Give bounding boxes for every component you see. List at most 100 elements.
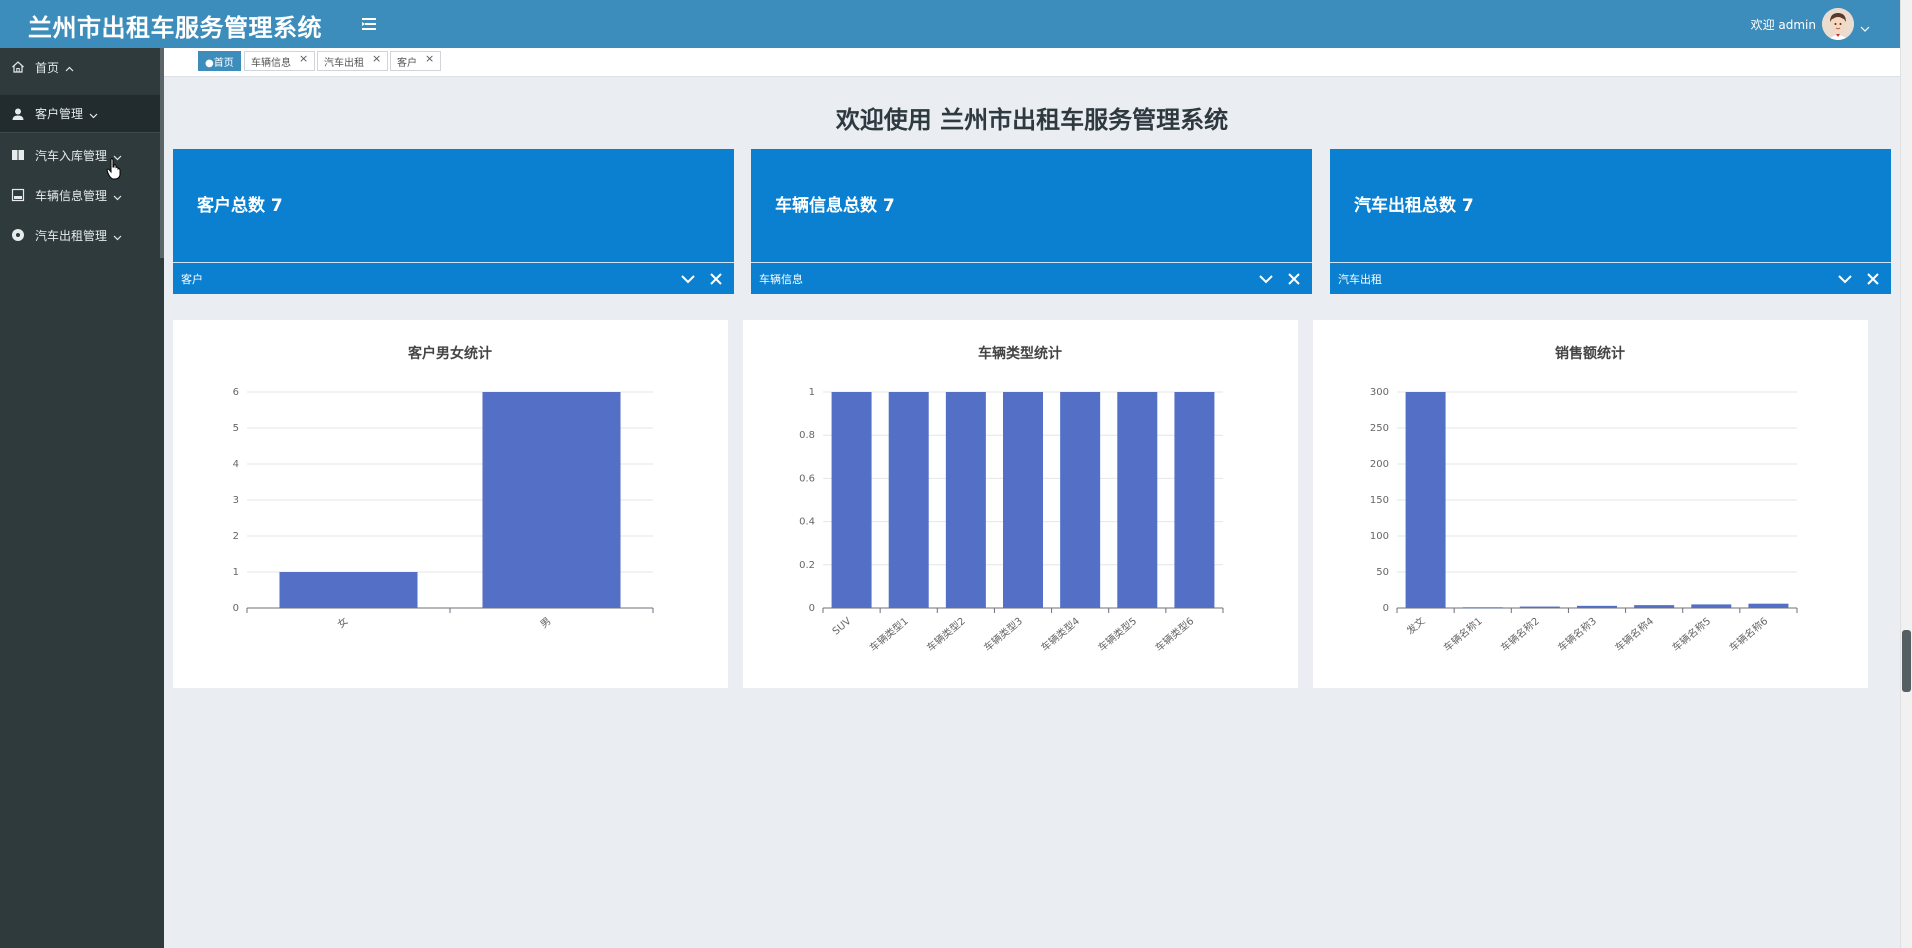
stat-label: 汽车出租总数 7 bbox=[1354, 191, 1474, 216]
chart-title: 销售额统计 bbox=[1555, 345, 1625, 362]
x-tick-label: SUV bbox=[831, 616, 854, 638]
circle-icon bbox=[11, 228, 25, 242]
chart-panel-gender: 客户男女统计 0 1 2 3 4 5 6 女 男 bbox=[173, 320, 728, 688]
chart-bar bbox=[945, 392, 986, 608]
columns-icon bbox=[11, 148, 25, 162]
tab-label: ●首页 bbox=[205, 57, 234, 69]
page-title: 欢迎使用 兰州市出租车服务管理系统 bbox=[835, 106, 1229, 134]
sidebar-item-label: 汽车入库管理 bbox=[35, 148, 108, 163]
y-tick-label: 0.8 bbox=[799, 430, 815, 441]
chart-title: 车辆类型统计 bbox=[978, 345, 1062, 362]
sidebar-scrollbar[interactable] bbox=[160, 48, 164, 258]
chart-bar bbox=[279, 572, 418, 608]
stat-footer-label: 车辆信息 bbox=[759, 272, 803, 286]
chart-bar bbox=[1405, 392, 1446, 608]
x-tick-label: 车辆类型4 bbox=[1038, 614, 1082, 654]
chevron-down-icon[interactable] bbox=[1837, 271, 1853, 287]
welcome-user-text: 欢迎 admin bbox=[1750, 17, 1816, 32]
tab-vehicle-info[interactable]: 车辆信息 × bbox=[244, 51, 316, 71]
x-tick-label: 车辆名称3 bbox=[1555, 614, 1599, 654]
chevron-down-icon[interactable] bbox=[1258, 271, 1274, 287]
chart-bar bbox=[888, 392, 929, 608]
user-icon bbox=[11, 107, 25, 121]
sidebar-item-label: 客户管理 bbox=[35, 107, 84, 121]
avatar[interactable] bbox=[1822, 8, 1854, 40]
sidebar-item-customers[interactable]: 客户管理 bbox=[0, 95, 164, 133]
menu-toggle-icon[interactable] bbox=[358, 12, 382, 36]
home-icon bbox=[11, 60, 25, 74]
y-tick-label: 200 bbox=[1370, 459, 1389, 470]
y-tick-label: 300 bbox=[1370, 387, 1389, 398]
chevron-down-icon bbox=[89, 109, 98, 119]
y-tick-label: 0.2 bbox=[799, 560, 815, 571]
stat-label: 车辆信息总数 7 bbox=[775, 191, 895, 216]
y-tick-label: 0 bbox=[1383, 603, 1389, 614]
stat-card-vehicles: 车辆信息总数 7 车辆信息 bbox=[751, 149, 1312, 294]
stat-value: 7 bbox=[1461, 196, 1474, 216]
vehicle-type-bar-chart: 车辆类型统计 0 0.2 0.4 0.6 0.8 1 SUV 车辆类型1 车辆类型2 车辆类型3 车辆… bbox=[799, 345, 1224, 654]
y-tick-label: 5 bbox=[233, 423, 239, 434]
y-tick-label: 100 bbox=[1370, 531, 1389, 542]
tab-label: 车辆信息 bbox=[251, 57, 291, 69]
y-tick-label: 6 bbox=[233, 387, 239, 398]
tabs-bar: ●首页 车辆信息 × 汽车出租 × 客户 × bbox=[164, 48, 1900, 77]
sales-bar-chart: 销售额统计 0 50 100 150 200 250 300 发文 车辆名称1 车辆名称2 车辆名称3… bbox=[1370, 345, 1798, 654]
chart-bar bbox=[1003, 392, 1043, 608]
tab-label: 汽车出租 bbox=[324, 57, 364, 69]
x-tick-label: 车辆名称6 bbox=[1726, 614, 1770, 654]
stat-value: 7 bbox=[882, 196, 895, 216]
x-tick-label: 发文 bbox=[1404, 614, 1428, 637]
chart-bar bbox=[1634, 605, 1675, 608]
chart-title: 客户男女统计 bbox=[407, 345, 492, 362]
x-tick-label: 车辆类型3 bbox=[981, 614, 1025, 654]
chevron-up-icon bbox=[65, 63, 74, 72]
x-tick-label: 男 bbox=[538, 615, 553, 631]
sidebar-item-label: 首页 bbox=[35, 60, 60, 75]
page-scrollbar[interactable] bbox=[1900, 0, 1912, 948]
chevron-down-icon bbox=[113, 191, 122, 200]
sidebar-item-label: 汽车出租管理 bbox=[35, 228, 108, 243]
close-icon[interactable] bbox=[1286, 271, 1302, 287]
user-menu[interactable]: 欢迎 admin bbox=[1751, 2, 1870, 46]
chart-bar bbox=[482, 392, 621, 608]
y-tick-label: 0.4 bbox=[799, 517, 815, 528]
close-icon[interactable] bbox=[1865, 271, 1881, 287]
scrollbar-thumb[interactable] bbox=[1902, 630, 1911, 692]
close-icon[interactable]: × bbox=[372, 52, 381, 65]
y-tick-label: 150 bbox=[1370, 495, 1389, 506]
tab-home[interactable]: ●首页 bbox=[198, 51, 241, 71]
tab-customers[interactable]: 客户 × bbox=[390, 51, 442, 71]
tab-car-rental[interactable]: 汽车出租 × bbox=[317, 51, 389, 71]
x-tick-label: 车辆名称1 bbox=[1441, 614, 1485, 654]
sidebar-item-home[interactable]: 首页 bbox=[0, 48, 164, 86]
hand-cursor-icon bbox=[106, 158, 122, 180]
app-title: 兰州市出租车服务管理系统 bbox=[28, 14, 322, 42]
stat-value: 7 bbox=[270, 196, 283, 216]
chevron-down-icon[interactable] bbox=[680, 271, 696, 287]
y-tick-label: 3 bbox=[233, 495, 239, 506]
stat-footer: 汽车出租 bbox=[1330, 262, 1891, 294]
sidebar-item-car-rental[interactable]: 汽车出租管理 bbox=[0, 216, 164, 254]
close-icon[interactable]: × bbox=[425, 52, 434, 65]
chart-bar bbox=[1060, 392, 1101, 608]
top-header: 兰州市出租车服务管理系统 欢迎 admin bbox=[0, 0, 1900, 48]
x-tick-label: 女 bbox=[334, 614, 350, 630]
tab-label: 客户 bbox=[397, 57, 417, 69]
y-tick-label: 4 bbox=[233, 459, 239, 470]
chevron-down-icon[interactable] bbox=[1860, 19, 1870, 32]
close-icon[interactable]: × bbox=[299, 52, 308, 65]
y-tick-label: 250 bbox=[1370, 423, 1389, 434]
sidebar-item-car-storage[interactable]: 汽车入库管理 bbox=[0, 136, 164, 174]
x-tick-label: 车辆名称2 bbox=[1498, 614, 1542, 654]
stat-card-rentals: 汽车出租总数 7 汽车出租 bbox=[1330, 149, 1891, 294]
stat-footer: 车辆信息 bbox=[751, 262, 1312, 294]
chart-bar bbox=[831, 392, 872, 608]
sidebar-item-vehicle-info[interactable]: 车辆信息管理 bbox=[0, 176, 164, 214]
x-tick-label: 车辆名称4 bbox=[1612, 614, 1656, 654]
stat-footer-label: 汽车出租 bbox=[1338, 272, 1382, 286]
chart-bar bbox=[1748, 603, 1789, 608]
close-icon[interactable] bbox=[708, 271, 724, 287]
stat-title: 汽车出租总数 bbox=[1354, 196, 1456, 216]
gender-bar-chart: 客户男女统计 0 1 2 3 4 5 6 女 男 bbox=[233, 345, 654, 631]
y-tick-label: 0.6 bbox=[799, 473, 815, 484]
